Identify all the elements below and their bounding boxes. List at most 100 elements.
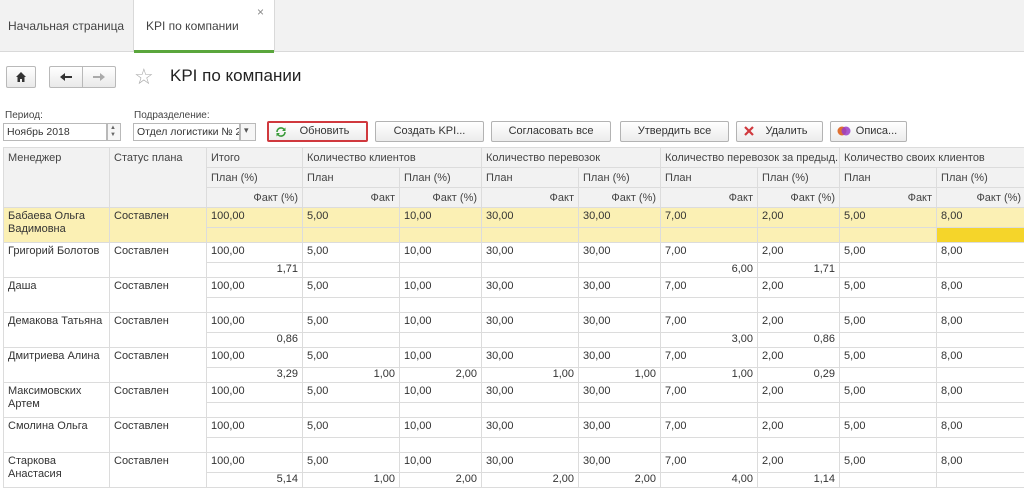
plan-status-cell[interactable]: Составлен xyxy=(109,452,207,488)
plan-status-cell[interactable]: Составлен xyxy=(109,277,207,313)
fact-value-cell[interactable] xyxy=(757,437,841,453)
col-subheader[interactable]: План xyxy=(481,167,580,188)
fact-value-cell[interactable] xyxy=(398,227,483,243)
plan-value-cell[interactable]: 30,00 xyxy=(481,417,580,438)
plan-value-cell[interactable]: 5,00 xyxy=(302,347,400,368)
plan-value-cell[interactable]: 30,00 xyxy=(578,277,662,298)
table-row[interactable]: Смолина Ольга Составлен 100,00 5,00 10,00 30,… xyxy=(3,417,1024,453)
plan-value-cell[interactable]: 7,00 xyxy=(660,347,759,368)
col-subheader[interactable]: План (%) xyxy=(578,167,662,188)
fact-value-cell[interactable] xyxy=(839,472,938,488)
plan-status-cell[interactable]: Составлен xyxy=(109,242,207,278)
fact-value-cell[interactable] xyxy=(936,402,1024,418)
plan-value-cell[interactable]: 100,00 xyxy=(206,347,303,368)
fact-value-cell[interactable] xyxy=(398,332,483,348)
col-group-header[interactable]: Количество перевозок xyxy=(481,147,662,168)
plan-value-cell[interactable]: 5,00 xyxy=(839,417,938,438)
plan-value-cell[interactable]: 30,00 xyxy=(481,312,580,333)
fact-value-cell[interactable] xyxy=(578,297,662,313)
manager-name-cell[interactable]: Смолина Ольга xyxy=(3,417,110,453)
table-row[interactable]: Демакова Татьяна Составлен 100,00 5,00 10,00… xyxy=(3,312,1024,348)
fact-value-cell[interactable] xyxy=(578,402,662,418)
fact-value-cell[interactable] xyxy=(481,437,580,453)
plan-value-cell[interactable]: 2,00 xyxy=(757,242,841,263)
col-subheader[interactable]: План xyxy=(302,167,400,188)
plan-value-cell[interactable]: 8,00 xyxy=(936,277,1024,298)
fact-value-cell[interactable] xyxy=(660,297,759,313)
fact-value-cell[interactable]: 4,00 xyxy=(660,472,759,488)
fact-value-cell[interactable]: 0,86 xyxy=(757,332,841,348)
fact-value-cell[interactable] xyxy=(660,227,759,243)
col-subheader[interactable]: Факт (%) xyxy=(398,187,483,208)
plan-value-cell[interactable]: 7,00 xyxy=(660,452,759,473)
manager-name-cell[interactable]: Григорий Болотов xyxy=(3,242,110,278)
favorite-star-icon[interactable]: ☆ xyxy=(134,64,154,90)
fact-value-cell[interactable]: 3,29 xyxy=(206,367,303,383)
fact-value-cell[interactable] xyxy=(839,437,938,453)
plan-value-cell[interactable]: 100,00 xyxy=(206,207,303,228)
col-subheader[interactable]: Факт (%) xyxy=(206,187,303,208)
plan-value-cell[interactable]: 30,00 xyxy=(481,242,580,263)
plan-value-cell[interactable]: 10,00 xyxy=(398,452,483,473)
manager-name-cell[interactable]: Старкова Анастасия xyxy=(3,452,110,488)
plan-value-cell[interactable]: 100,00 xyxy=(206,312,303,333)
fact-value-cell[interactable] xyxy=(578,437,662,453)
fact-value-cell[interactable]: 1,00 xyxy=(481,367,580,383)
plan-value-cell[interactable]: 2,00 xyxy=(757,347,841,368)
plan-value-cell[interactable]: 5,00 xyxy=(839,312,938,333)
fact-value-cell[interactable]: 2,00 xyxy=(398,472,483,488)
fact-value-cell[interactable] xyxy=(302,262,400,278)
plan-value-cell[interactable]: 2,00 xyxy=(757,207,841,228)
tab-home[interactable]: Начальная страница xyxy=(0,0,132,52)
plan-value-cell[interactable]: 5,00 xyxy=(839,207,938,228)
period-field[interactable]: Ноябрь 2018 xyxy=(3,123,107,141)
fact-value-cell[interactable]: 6,00 xyxy=(660,262,759,278)
plan-value-cell[interactable]: 7,00 xyxy=(660,312,759,333)
plan-value-cell[interactable]: 30,00 xyxy=(481,347,580,368)
col-header-status[interactable]: Статус плана xyxy=(109,147,207,208)
fact-value-cell[interactable] xyxy=(757,227,841,243)
plan-value-cell[interactable]: 100,00 xyxy=(206,242,303,263)
back-button[interactable] xyxy=(49,66,83,88)
fact-value-cell[interactable]: 1,14 xyxy=(757,472,841,488)
fact-value-cell[interactable]: 1,00 xyxy=(302,367,400,383)
fact-value-cell[interactable] xyxy=(839,332,938,348)
fact-value-cell[interactable] xyxy=(302,297,400,313)
fact-value-cell[interactable] xyxy=(481,332,580,348)
plan-value-cell[interactable]: 30,00 xyxy=(481,277,580,298)
plan-value-cell[interactable]: 10,00 xyxy=(398,277,483,298)
fact-value-cell[interactable] xyxy=(398,402,483,418)
fact-value-cell[interactable] xyxy=(302,402,400,418)
fact-value-cell[interactable] xyxy=(398,297,483,313)
plan-value-cell[interactable]: 10,00 xyxy=(398,312,483,333)
plan-value-cell[interactable]: 5,00 xyxy=(839,277,938,298)
plan-value-cell[interactable]: 2,00 xyxy=(757,452,841,473)
plan-value-cell[interactable]: 10,00 xyxy=(398,347,483,368)
fact-value-cell[interactable] xyxy=(481,402,580,418)
manager-name-cell[interactable]: Бабаева Ольга Вадимовна xyxy=(3,207,110,243)
fact-value-cell[interactable]: 1,00 xyxy=(302,472,400,488)
fact-value-cell[interactable] xyxy=(206,297,303,313)
fact-value-cell[interactable] xyxy=(936,437,1024,453)
table-row[interactable]: Максимовских Артем Составлен 100,00 5,00 10,… xyxy=(3,382,1024,418)
table-row[interactable]: Григорий Болотов Составлен 100,00 5,00 10,00… xyxy=(3,242,1024,278)
plan-value-cell[interactable]: 5,00 xyxy=(302,382,400,403)
plan-value-cell[interactable]: 2,00 xyxy=(757,382,841,403)
fact-value-cell[interactable] xyxy=(578,227,662,243)
plan-value-cell[interactable]: 10,00 xyxy=(398,242,483,263)
fact-value-cell[interactable]: 2,00 xyxy=(578,472,662,488)
col-subheader[interactable]: План (%) xyxy=(206,167,303,188)
fact-value-cell[interactable] xyxy=(757,402,841,418)
fact-value-cell[interactable] xyxy=(660,402,759,418)
col-header-manager[interactable]: Менеджер xyxy=(3,147,110,208)
plan-value-cell[interactable]: 5,00 xyxy=(302,242,400,263)
fact-value-cell[interactable] xyxy=(839,262,938,278)
fact-value-cell[interactable]: 3,00 xyxy=(660,332,759,348)
plan-value-cell[interactable]: 8,00 xyxy=(936,312,1024,333)
plan-value-cell[interactable]: 8,00 xyxy=(936,417,1024,438)
tab-kpi[interactable]: KPI по компании × xyxy=(133,0,275,53)
refresh-button[interactable]: Обновить xyxy=(267,121,368,142)
plan-value-cell[interactable]: 5,00 xyxy=(839,382,938,403)
col-group-header[interactable]: Количество клиентов xyxy=(301,147,483,168)
plan-value-cell[interactable]: 5,00 xyxy=(839,242,938,263)
